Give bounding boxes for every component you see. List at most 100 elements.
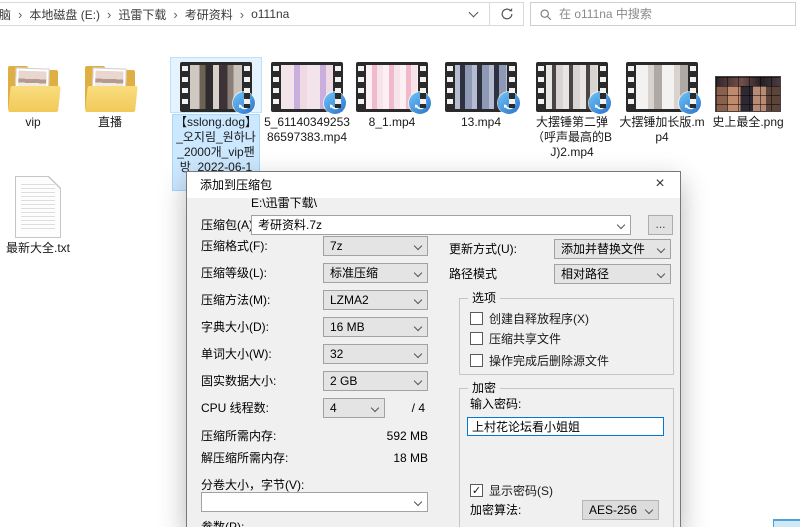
file-name: 史上最全.png (705, 115, 791, 130)
dict-size-select[interactable]: 16 MB (323, 317, 428, 337)
level-value: 标准压缩 (330, 266, 378, 280)
checkbox-unchecked[interactable] (470, 312, 483, 325)
checkbox-unchecked[interactable] (470, 354, 483, 367)
solid-size-value: 2 GB (330, 374, 357, 388)
file-name: 大摆锤第二弹（呼声最高的BJ)2.mp4 (529, 115, 615, 160)
video-file-icon (617, 58, 707, 112)
dialog-title-bar[interactable]: 添加到压缩包 × (187, 172, 680, 198)
chevron-down-icon (657, 245, 665, 253)
breadcrumb-item-kaoyan[interactable]: 考研资料 (179, 6, 239, 23)
file-name: 直播 (67, 115, 153, 130)
checkbox-unchecked[interactable] (470, 332, 483, 345)
thunder-overlay-icon (498, 92, 520, 114)
show-password-option[interactable]: ✓ 显示密码(S) (470, 482, 553, 498)
path-mode-select[interactable]: 相对路径 (554, 264, 671, 284)
file-item-video-dbc2[interactable]: 大摆锤第二弹（呼声最高的BJ)2.mp4 (527, 58, 617, 160)
compress-shared-option[interactable]: 压缩共享文件 (470, 330, 561, 346)
decompress-memory-value: 18 MB (323, 448, 428, 468)
encryption-group: 加密 输入密码: ✓ 显示密码(S) 加密算法: AES-256 (459, 388, 674, 527)
encryption-group-title: 加密 (468, 381, 500, 395)
refresh-icon (500, 7, 514, 21)
breadcrumb-item-thunder-downloads[interactable]: 迅雷下载 (112, 6, 172, 23)
archive-name-value: 考研资料.7z (258, 218, 322, 232)
chevron-down-icon (414, 498, 422, 506)
chevron-down-icon[interactable] (469, 8, 479, 18)
file-item-video-13[interactable]: 13.mp4 (436, 58, 526, 130)
cpu-threads-label: CPU 线程数: (201, 398, 269, 418)
delete-after-label: 操作完成后删除源文件 (489, 352, 609, 369)
file-name: 13.mp4 (438, 115, 524, 130)
encryption-algo-label: 加密算法: (470, 503, 521, 517)
method-label: 压缩方法(M): (201, 290, 270, 310)
chevron-down-icon (414, 377, 422, 385)
update-mode-select[interactable]: 添加并替换文件 (554, 239, 671, 259)
solid-size-select[interactable]: 2 GB (323, 371, 428, 391)
breadcrumb-item-o111na[interactable]: o111na (245, 7, 295, 21)
file-item-video-8-1[interactable]: 8_1.mp4 (347, 58, 437, 130)
thunder-overlay-icon (589, 92, 611, 114)
add-to-archive-dialog: 添加到压缩包 × E:\迅雷下载\ 压缩包(A) 考研资料.7z ... 压缩格… (186, 171, 681, 527)
refresh-button[interactable] (490, 2, 524, 26)
file-name: 8_1.mp4 (349, 115, 435, 130)
breadcrumb-leading[interactable]: 脑 (0, 6, 17, 23)
image-file-icon (703, 58, 793, 112)
thunder-overlay-icon (679, 92, 701, 114)
thunder-overlay-icon (324, 92, 346, 114)
file-item-txt[interactable]: 最新大全.txt (0, 174, 83, 256)
file-item-zhibo[interactable]: 直播 (65, 58, 155, 130)
parameters-label: 参数(P): (201, 517, 244, 527)
search-box[interactable] (530, 2, 796, 26)
encryption-algo-select[interactable]: AES-256 (582, 500, 659, 520)
encryption-algo-value: AES-256 (589, 503, 637, 517)
video-file-icon (171, 58, 261, 112)
archive-dir-text: E:\迅雷下载\ (251, 196, 317, 210)
word-size-value: 32 (330, 347, 343, 361)
file-item-png[interactable]: 史上最全.png (703, 58, 793, 130)
volume-size-combobox[interactable] (201, 492, 428, 512)
file-item-video-5[interactable]: 5_6114034925386597383.mp4 (262, 58, 352, 145)
create-sfx-label: 创建自释放程序(X) (489, 310, 589, 327)
delete-after-option[interactable]: 操作完成后删除源文件 (470, 352, 609, 368)
create-sfx-option[interactable]: 创建自释放程序(X) (470, 310, 589, 326)
close-icon[interactable]: × (640, 172, 680, 198)
thunder-overlay-icon (233, 92, 255, 114)
file-item-video-dbc-long[interactable]: 大摆锤加长版.mp4 (617, 58, 707, 145)
chevron-down-icon (414, 296, 422, 304)
explorer-top-bar: 脑 › 本地磁盘 (E:) › 迅雷下载 › 考研资料 › o111na (0, 0, 800, 30)
breadcrumb-item-drive[interactable]: 本地磁盘 (E:) (23, 6, 106, 23)
solid-size-label: 固实数据大小: (201, 371, 276, 391)
format-select[interactable]: 7z (323, 236, 428, 256)
dict-size-value: 16 MB (330, 320, 365, 334)
path-mode-value: 相对路径 (561, 267, 609, 281)
chevron-down-icon (414, 269, 422, 277)
chevron-down-icon (371, 404, 379, 412)
chevron-down-icon (617, 221, 625, 229)
address-bar[interactable]: 脑 › 本地磁盘 (E:) › 迅雷下载 › 考研资料 › o111na (0, 2, 490, 26)
browse-button[interactable]: ... (648, 215, 673, 235)
compress-memory-label: 压缩所需内存: (201, 426, 276, 446)
text-file-icon (0, 174, 83, 238)
method-select[interactable]: LZMA2 (323, 290, 428, 310)
options-group: 选项 创建自释放程序(X) 压缩共享文件 操作完成后删除源文件 (459, 298, 674, 375)
checkbox-checked[interactable]: ✓ (470, 484, 483, 497)
cpu-threads-max: / 4 (392, 398, 425, 418)
chevron-down-icon (645, 506, 653, 514)
level-select[interactable]: 标准压缩 (323, 263, 428, 283)
video-file-icon (347, 58, 437, 112)
password-input[interactable] (467, 417, 664, 436)
word-size-select[interactable]: 32 (323, 344, 428, 364)
chevron-down-icon (414, 242, 422, 250)
video-file-icon (527, 58, 617, 112)
chevron-down-icon (414, 323, 422, 331)
archive-name-combobox[interactable]: 考研资料.7z (251, 215, 631, 235)
video-file-icon (262, 58, 352, 112)
search-input[interactable] (559, 7, 787, 21)
update-mode-value: 添加并替换文件 (561, 242, 645, 256)
cpu-threads-select[interactable]: 4 (323, 398, 385, 418)
thunder-overlay-icon (409, 92, 431, 114)
archive-name-label: 压缩包(A) (201, 215, 253, 235)
chevron-down-icon (657, 270, 665, 278)
path-mode-label: 路径模式 (449, 264, 497, 284)
video-file-icon (436, 58, 526, 112)
dict-size-label: 字典大小(D): (201, 317, 269, 337)
